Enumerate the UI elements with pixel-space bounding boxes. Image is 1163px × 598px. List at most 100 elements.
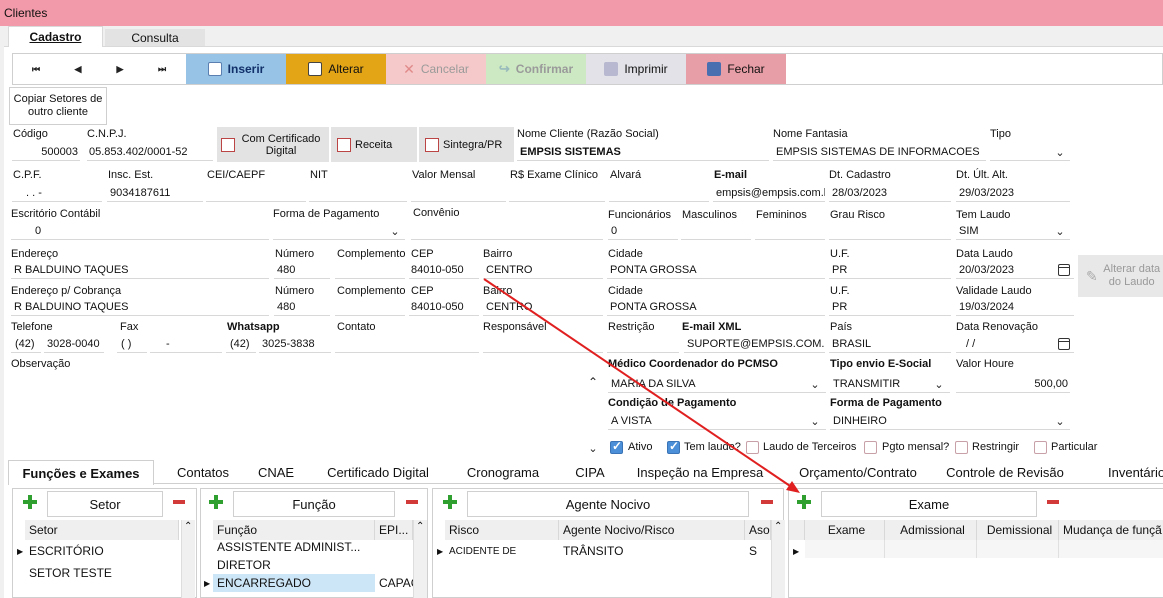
table-row[interactable]: SETOR TESTE bbox=[29, 564, 179, 582]
inserir-button[interactable]: Inserir bbox=[186, 54, 286, 84]
endereco-cob-field[interactable]: R BALDUINO TAQUES bbox=[11, 299, 269, 316]
table-row[interactable]: ACIDENTE DE bbox=[447, 542, 557, 560]
codigo-field[interactable]: 500003 bbox=[12, 144, 80, 161]
convenio-field[interactable] bbox=[411, 223, 603, 240]
forma-pgto-chevron-down-icon[interactable]: ⌄ bbox=[388, 224, 402, 238]
setor-scrollbar[interactable]: ⌃ bbox=[181, 520, 195, 598]
cond-pgto-chevron-down-icon[interactable]: ⌄ bbox=[808, 414, 822, 428]
cpf-field[interactable]: . . - bbox=[12, 185, 102, 202]
table-row-selected[interactable]: ENCARREGADO bbox=[213, 574, 375, 592]
fax-field[interactable]: - bbox=[150, 336, 222, 353]
numero-field[interactable]: 480 bbox=[274, 262, 330, 279]
restringir-checkbox[interactable] bbox=[955, 441, 968, 454]
complemento-field[interactable] bbox=[335, 262, 405, 279]
ativo-checkbox[interactable] bbox=[610, 439, 623, 454]
scroll-up-icon[interactable]: ⌃ bbox=[182, 521, 192, 532]
data-laudo-field[interactable]: 20/03/2023 bbox=[956, 262, 1074, 279]
aso-cell[interactable]: S bbox=[745, 542, 771, 560]
tem-laudo-chevron-down-icon[interactable]: ⌄ bbox=[1053, 224, 1067, 238]
confirmar-button[interactable]: ↪ Confirmar bbox=[486, 54, 586, 84]
receita-button[interactable]: Receita bbox=[331, 127, 417, 162]
add-funcao-plus-icon[interactable] bbox=[209, 495, 223, 509]
tab-controle-revisao[interactable]: Controle de Revisão bbox=[940, 461, 1070, 483]
scroll-up-icon[interactable]: ⌃ bbox=[414, 521, 424, 532]
valor-mensal-field[interactable] bbox=[411, 185, 506, 202]
funcao-scrollbar[interactable]: ⌃ bbox=[413, 520, 427, 598]
uf-cob-field[interactable]: PR bbox=[829, 299, 951, 316]
pais-field[interactable]: BRASIL bbox=[829, 336, 951, 353]
tab-inspecao[interactable]: Inspeção na Empresa bbox=[630, 461, 770, 483]
dt-cadastro-field[interactable]: 28/03/2023 bbox=[829, 185, 951, 202]
alterar-button[interactable]: Alterar bbox=[286, 54, 386, 84]
whatsapp-ddd-field[interactable]: (42) bbox=[226, 336, 256, 353]
cei-field[interactable] bbox=[206, 185, 306, 202]
agente-scrollbar[interactable]: ⌃ bbox=[771, 520, 785, 598]
imprimir-button[interactable]: Imprimir bbox=[586, 54, 686, 84]
bairro-field[interactable]: CENTRO bbox=[483, 262, 603, 279]
exame-clinico-field[interactable] bbox=[509, 185, 605, 202]
last-record-button[interactable]: ⏭ bbox=[141, 54, 183, 84]
add-setor-plus-icon[interactable] bbox=[23, 495, 37, 509]
tipo-chevron-down-icon[interactable]: ⌄ bbox=[1053, 145, 1067, 159]
grau-risco-field[interactable] bbox=[829, 223, 951, 240]
cond-pgto-select[interactable]: A VISTA bbox=[608, 413, 826, 430]
add-agente-plus-icon[interactable] bbox=[443, 495, 457, 509]
endereco-field[interactable]: R BALDUINO TAQUES bbox=[11, 262, 269, 279]
forma-pgto2-select[interactable]: DINHEIRO bbox=[830, 413, 1070, 430]
tab-consulta[interactable]: Consulta bbox=[105, 29, 205, 47]
nit-field[interactable] bbox=[309, 185, 407, 202]
restricao-field[interactable] bbox=[607, 336, 679, 353]
contato-field[interactable] bbox=[335, 336, 479, 353]
telefone-ddd-field[interactable]: (42) bbox=[11, 336, 41, 353]
escritorio-field[interactable]: 0 bbox=[11, 223, 269, 240]
mudanca-empty-cell[interactable] bbox=[1059, 540, 1163, 558]
expand-down-icon[interactable]: ⌄ bbox=[586, 441, 600, 455]
complemento-cob-field[interactable] bbox=[335, 299, 405, 316]
data-renovacao-calendar-icon[interactable] bbox=[1058, 338, 1070, 350]
cidade-cob-field[interactable]: PONTA GROSSA bbox=[607, 299, 825, 316]
whatsapp-field[interactable]: 3025-3838 bbox=[259, 336, 331, 353]
table-row[interactable]: DIRETOR bbox=[213, 556, 375, 574]
funcionarios-field[interactable]: 0 bbox=[608, 223, 678, 240]
copy-sectors-button[interactable]: Copiar Setores de outro cliente bbox=[9, 87, 107, 125]
responsavel-field[interactable] bbox=[483, 336, 603, 353]
uf-field[interactable]: PR bbox=[829, 262, 951, 279]
validade-laudo-field[interactable]: 19/03/2024 bbox=[956, 299, 1074, 316]
remove-funcao-minus-icon[interactable] bbox=[406, 500, 418, 504]
cep-field[interactable]: 84010-050 bbox=[409, 262, 479, 279]
prev-record-button[interactable]: ◀ bbox=[57, 54, 99, 84]
cancelar-button[interactable]: ✕ Cancelar bbox=[386, 54, 486, 84]
demissional-empty-cell[interactable] bbox=[977, 540, 1059, 558]
nome-cliente-field[interactable]: EMPSIS SISTEMAS bbox=[517, 144, 769, 161]
remove-setor-minus-icon[interactable] bbox=[173, 500, 185, 504]
tab-contatos[interactable]: Contatos bbox=[163, 461, 243, 483]
forma-pgto2-chevron-down-icon[interactable]: ⌄ bbox=[1053, 414, 1067, 428]
data-renovacao-field[interactable]: / / bbox=[956, 336, 1074, 353]
email-xml-field[interactable]: SUPORTE@EMPSIS.COM.B bbox=[684, 336, 825, 353]
numero-cob-field[interactable]: 480 bbox=[274, 299, 330, 316]
pgto-mensal-checkbox[interactable] bbox=[864, 441, 877, 454]
medico-select[interactable]: MARIA DA SILVA bbox=[608, 376, 826, 393]
tab-funcoes-exames[interactable]: Funções e Exames bbox=[8, 460, 154, 485]
valor-houre-field[interactable]: 500,00 bbox=[956, 376, 1070, 393]
tab-inventario[interactable]: Inventário bbox=[1090, 461, 1163, 483]
cnpj-field[interactable]: 05.853.402/0001-52 bbox=[87, 144, 213, 161]
laudo-terceiros-checkbox[interactable] bbox=[746, 441, 759, 454]
tab-cadastro[interactable]: Cadastro bbox=[8, 26, 103, 47]
nome-fantasia-field[interactable]: EMPSIS SISTEMAS DE INFORMACOES bbox=[773, 144, 986, 161]
fechar-button[interactable]: Fechar bbox=[686, 54, 786, 84]
collapse-up-icon[interactable]: ⌃ bbox=[586, 375, 600, 389]
epi-cell[interactable]: CAPAC bbox=[375, 574, 413, 592]
tab-certificado-digital[interactable]: Certificado Digital bbox=[318, 461, 438, 483]
data-laudo-calendar-icon[interactable] bbox=[1058, 264, 1070, 276]
table-row[interactable]: ESCRITÓRIO bbox=[29, 542, 179, 560]
cert-digital-button[interactable]: Com Certificado Digital bbox=[217, 127, 329, 162]
tipo-envio-chevron-down-icon[interactable]: ⌄ bbox=[932, 377, 946, 391]
dt-ult-alt-field[interactable]: 29/03/2023 bbox=[956, 185, 1070, 202]
scroll-up-icon[interactable]: ⌃ bbox=[772, 521, 782, 532]
first-record-button[interactable]: ⏮ bbox=[15, 54, 57, 84]
tab-cronograma[interactable]: Cronograma bbox=[453, 461, 553, 483]
medico-chevron-down-icon[interactable]: ⌄ bbox=[808, 377, 822, 391]
tem-laudo-checkbox[interactable] bbox=[667, 439, 680, 454]
fax-ddd-field[interactable]: ( ) bbox=[117, 336, 147, 353]
